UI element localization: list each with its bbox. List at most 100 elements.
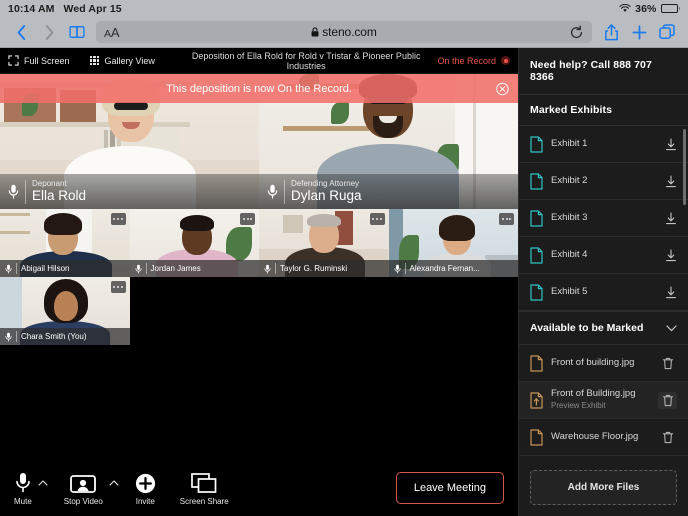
chevron-right-icon <box>45 24 53 40</box>
available-exhibits-header[interactable]: Available to be Marked <box>519 311 688 345</box>
download-icon[interactable] <box>665 285 677 299</box>
book-icon <box>69 25 85 38</box>
wifi-icon <box>619 4 631 12</box>
deposition-toolbar: Full Screen Gallery View Deposition of E… <box>0 48 518 74</box>
exhibit-name: Exhibit 3 <box>551 212 588 224</box>
video-tile-chara-smith[interactable]: Chara Smith (You) <box>0 277 130 345</box>
invite-label: Invite <box>135 497 155 506</box>
exhibit-name: Exhibit 2 <box>551 175 588 187</box>
available-file-row[interactable]: Warehouse Floor.jpg <box>519 419 688 456</box>
participant-label: Defending Attorney Dylan Ruga <box>259 174 518 209</box>
status-time: 10:14 AM <box>8 2 55 15</box>
available-files-list: Front of building.jpg Front of Building.… <box>519 345 688 456</box>
screen-share-icon <box>191 470 217 494</box>
stop-video-button[interactable]: Stop Video <box>64 470 103 506</box>
participant-label: Deponant Ella Rold <box>0 174 259 209</box>
download-icon[interactable] <box>665 174 677 188</box>
participant-label: Abigail Hilson <box>0 260 130 277</box>
ios-status-bar: 10:14 AM Wed Apr 15 36% <box>0 0 688 17</box>
address-bar[interactable]: AA steno.com <box>96 21 592 43</box>
audio-options-button[interactable] <box>36 472 50 494</box>
marked-exhibits-title: Marked Exhibits <box>530 104 613 116</box>
delete-file-button[interactable] <box>658 391 677 409</box>
forward-button[interactable] <box>36 19 62 45</box>
document-icon <box>530 246 543 264</box>
more-options-icon[interactable] <box>369 213 385 225</box>
chevron-down-icon[interactable] <box>666 324 677 332</box>
file-name-wrap: Front of Building.jpg Preview Exhibit <box>551 388 650 412</box>
bookmarks-button[interactable] <box>64 19 90 45</box>
banner-message: This deposition is now On the Record. <box>166 82 352 95</box>
microphone-icon <box>8 184 19 199</box>
available-file-row[interactable]: Front of Building.jpg Preview Exhibit <box>519 382 688 419</box>
record-dot-icon <box>501 56 510 65</box>
meeting-controls: Mute Stop Video Invite Screen Share Leav… <box>0 460 518 516</box>
more-options-icon[interactable] <box>499 213 514 225</box>
marked-exhibits-header: Marked Exhibits <box>519 95 688 126</box>
reload-icon[interactable] <box>569 24 584 40</box>
participant-name: Alexandra Fernan... <box>409 264 480 273</box>
share-button[interactable] <box>598 19 624 45</box>
participant-name: Dylan Ruga <box>291 188 362 204</box>
invite-button[interactable]: Invite <box>135 470 156 506</box>
download-icon[interactable] <box>665 211 677 225</box>
file-icon <box>530 354 543 372</box>
url-display: steno.com <box>96 25 592 39</box>
video-options-button[interactable] <box>107 472 121 494</box>
screen-share-button[interactable]: Screen Share <box>180 470 229 506</box>
exhibit-row[interactable]: Exhibit 5 <box>519 274 688 311</box>
plus-circle-icon <box>135 470 156 494</box>
back-button[interactable] <box>8 19 34 45</box>
gallery-view-button[interactable]: Gallery View <box>89 56 155 66</box>
exhibit-row[interactable]: Exhibit 4 <box>519 237 688 274</box>
mute-button[interactable]: Mute <box>14 470 32 506</box>
add-more-files-button[interactable]: Add More Files <box>530 470 677 505</box>
file-name: Warehouse Floor.jpg <box>551 431 639 443</box>
scrollbar-thumb[interactable] <box>683 129 686 205</box>
video-tile-taylor-ruminski[interactable]: Taylor G. Ruminski <box>259 209 389 277</box>
more-options-icon[interactable] <box>240 213 255 225</box>
show-tabs-button[interactable] <box>654 19 680 45</box>
marked-exhibits-list[interactable]: Exhibit 1 Exhibit 2 Exhibit 3 Exhibit 4 … <box>519 126 688 311</box>
trash-icon <box>662 431 673 443</box>
video-camera-icon <box>70 470 97 494</box>
status-date: Wed Apr 15 <box>63 2 122 15</box>
download-icon[interactable] <box>665 137 677 151</box>
new-tab-button[interactable] <box>626 19 652 45</box>
leave-meeting-button[interactable]: Leave Meeting <box>395 472 504 504</box>
exhibit-row[interactable]: Exhibit 1 <box>519 126 688 163</box>
microphone-icon <box>393 264 401 274</box>
text-size-button[interactable]: AA <box>104 25 120 40</box>
on-the-record-label: On the Record <box>437 55 496 66</box>
document-icon <box>530 172 543 190</box>
exhibit-row[interactable]: Exhibit 3 <box>519 200 688 237</box>
mute-label: Mute <box>14 497 32 506</box>
file-icon <box>530 428 543 446</box>
deposition-title: Deposition of Ella Rold for Rold v Trist… <box>191 50 421 71</box>
exhibits-scrollbar[interactable] <box>683 129 686 303</box>
video-tile-alexandra-fernan[interactable]: Alexandra Fernan... <box>388 209 518 277</box>
more-options-icon[interactable] <box>110 281 126 293</box>
status-right: 36% <box>619 3 680 15</box>
video-tile-jordan-james[interactable]: Jordan James <box>129 209 259 277</box>
available-file-row[interactable]: Front of building.jpg <box>519 345 688 382</box>
participant-name: Chara Smith (You) <box>21 332 87 341</box>
full-screen-button[interactable]: Full Screen <box>8 55 70 66</box>
close-circle-icon[interactable] <box>496 82 509 95</box>
participant-label: Jordan James <box>129 260 259 277</box>
file-upload-icon <box>530 391 543 409</box>
exhibit-row[interactable]: Exhibit 2 <box>519 163 688 200</box>
delete-file-button[interactable] <box>658 429 677 446</box>
video-row-tertiary: Chara Smith (You) <box>0 277 518 345</box>
download-icon[interactable] <box>665 248 677 262</box>
more-options-icon[interactable] <box>110 213 126 225</box>
video-tile-abigail-hilson[interactable]: Abigail Hilson <box>0 209 130 277</box>
on-the-record-status: On the Record <box>437 56 510 66</box>
participant-name: Taylor G. Ruminski <box>280 264 348 273</box>
chevron-up-icon <box>38 480 48 486</box>
delete-file-button[interactable] <box>658 355 677 372</box>
chevron-up-icon <box>109 480 119 486</box>
file-subtext: Preview Exhibit <box>551 401 606 410</box>
available-exhibits-title: Available to be Marked <box>530 322 644 334</box>
microphone-icon <box>15 470 31 494</box>
